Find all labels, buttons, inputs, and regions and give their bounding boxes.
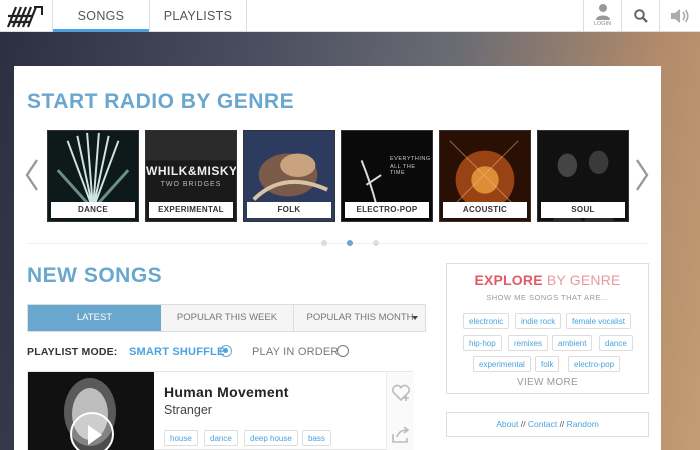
explore-by-genre-panel: EXPLORE BY GENRE SHOW ME SONGS THAT ARE.… xyxy=(446,263,649,394)
link-separator: // xyxy=(559,419,565,429)
view-more-link[interactable]: VIEW MORE xyxy=(447,377,648,388)
play-in-order-radio[interactable] xyxy=(337,345,349,357)
search-icon xyxy=(634,9,648,23)
carousel-dot-1[interactable] xyxy=(321,240,327,246)
album-art-subtitle: TWO BRIDGES xyxy=(160,181,222,188)
about-link[interactable]: About xyxy=(496,419,518,429)
genre-tag[interactable]: remixes xyxy=(508,335,549,351)
genre-label: ACOUSTIC xyxy=(443,202,527,218)
song-actions xyxy=(386,372,414,450)
song-thumbnail[interactable] xyxy=(28,372,154,450)
new-songs-title: NEW SONGS xyxy=(27,264,163,287)
genre-tile-acoustic[interactable]: ACOUSTIC xyxy=(439,130,531,222)
song-tag[interactable]: dance xyxy=(204,430,238,446)
site-logo-icon[interactable] xyxy=(6,3,46,29)
tab-playlists[interactable]: PLAYLISTS xyxy=(150,0,247,32)
carousel-divider xyxy=(27,243,647,244)
genre-tile-soul[interactable]: SOUL xyxy=(537,130,629,222)
genre-tag[interactable]: experimental xyxy=(473,356,531,372)
song-filter-tabs: LATEST POPULAR THIS WEEK POPULAR THIS MO… xyxy=(27,304,426,332)
genre-label: FOLK xyxy=(247,202,331,218)
song-tag[interactable]: deep house xyxy=(244,430,298,446)
explore-title: EXPLORE BY GENRE xyxy=(447,272,648,288)
tab-latest[interactable]: LATEST xyxy=(28,305,161,331)
random-link[interactable]: Random xyxy=(567,419,599,429)
login-button[interactable]: LOGIN xyxy=(583,0,621,32)
login-label: LOGIN xyxy=(593,21,612,27)
active-tab-underline xyxy=(53,29,149,32)
song-row: Human Movement Stranger house dance deep… xyxy=(27,371,414,450)
carousel-prev-icon[interactable] xyxy=(24,158,40,192)
play-in-order-option[interactable]: PLAY IN ORDER xyxy=(252,346,339,358)
play-icon[interactable] xyxy=(70,412,114,450)
search-button[interactable] xyxy=(621,0,659,32)
tab-popular-this-month-label: POPULAR THIS MONTH xyxy=(306,312,414,323)
smart-shuffle-option[interactable]: SMART SHUFFLE xyxy=(129,346,224,358)
song-artist[interactable]: Stranger xyxy=(164,403,212,417)
album-art-line-2: ALL THE TIME xyxy=(390,164,416,176)
tab-popular-this-week[interactable]: POPULAR THIS WEEK xyxy=(161,305,294,331)
footer-links: About // Contact // Random xyxy=(446,412,649,437)
top-navigation-bar: SONGS PLAYLISTS LOGIN xyxy=(0,0,700,32)
heart-plus-icon[interactable] xyxy=(391,384,411,402)
genre-tag[interactable]: electro-pop xyxy=(568,356,621,372)
explore-title-rest: BY GENRE xyxy=(542,272,621,288)
genre-tile-dance[interactable]: DANCE xyxy=(47,130,139,222)
genre-tag[interactable]: indie rock xyxy=(515,313,562,329)
genre-tile-folk[interactable]: FOLK xyxy=(243,130,335,222)
album-art-line-1: EVERYTHING xyxy=(390,156,431,162)
volume-button[interactable] xyxy=(659,0,700,32)
genre-tag[interactable]: hip-hop xyxy=(463,335,502,351)
song-title[interactable]: Human Movement xyxy=(164,384,289,400)
genre-tag[interactable]: dance xyxy=(599,335,633,351)
genre-label: EXPERIMENTAL xyxy=(149,202,233,218)
genre-label: SOUL xyxy=(541,202,625,218)
caret-down-icon xyxy=(412,316,418,320)
speaker-icon xyxy=(671,9,689,23)
genre-tag[interactable]: folk xyxy=(535,356,560,372)
genre-tile-electro-pop[interactable]: EVERYTHING ALL THE TIME ELECTRO-POP xyxy=(341,130,433,222)
share-icon[interactable] xyxy=(391,426,411,444)
album-art-title: WHILK&MISKY xyxy=(146,164,237,178)
genre-tag[interactable]: female vocalist xyxy=(566,313,631,329)
tab-songs[interactable]: SONGS xyxy=(52,0,150,32)
genre-label: ELECTRO-POP xyxy=(345,202,429,218)
user-icon xyxy=(596,4,610,20)
carousel-dot-2[interactable] xyxy=(347,240,353,246)
explore-title-highlight: EXPLORE xyxy=(474,272,543,288)
genre-tag[interactable]: ambient xyxy=(552,335,593,351)
genre-tile-experimental[interactable]: WHILK&MISKY TWO BRIDGES EXPERIMENTAL xyxy=(145,130,237,222)
tab-popular-this-month[interactable]: POPULAR THIS MONTH xyxy=(294,305,426,331)
song-tag[interactable]: house xyxy=(164,430,198,446)
playlist-mode-label: PLAYLIST MODE: xyxy=(27,346,118,358)
carousel-dot-3[interactable] xyxy=(373,240,379,246)
tab-playlists-label: PLAYLISTS xyxy=(163,9,233,23)
song-tag[interactable]: bass xyxy=(302,430,331,446)
genre-tag[interactable]: electronic xyxy=(463,313,510,329)
genre-radio-title: START RADIO BY GENRE xyxy=(27,90,295,113)
smart-shuffle-radio[interactable] xyxy=(220,345,232,357)
main-content-card: START RADIO BY GENRE DANCE WHILK&MISKY T… xyxy=(14,66,661,450)
contact-link[interactable]: Contact xyxy=(528,419,557,429)
link-separator: // xyxy=(520,419,526,429)
carousel-next-icon[interactable] xyxy=(634,158,650,192)
genre-label: DANCE xyxy=(51,202,135,218)
tab-songs-label: SONGS xyxy=(77,9,125,23)
explore-subtitle: SHOW ME SONGS THAT ARE... xyxy=(486,293,609,302)
